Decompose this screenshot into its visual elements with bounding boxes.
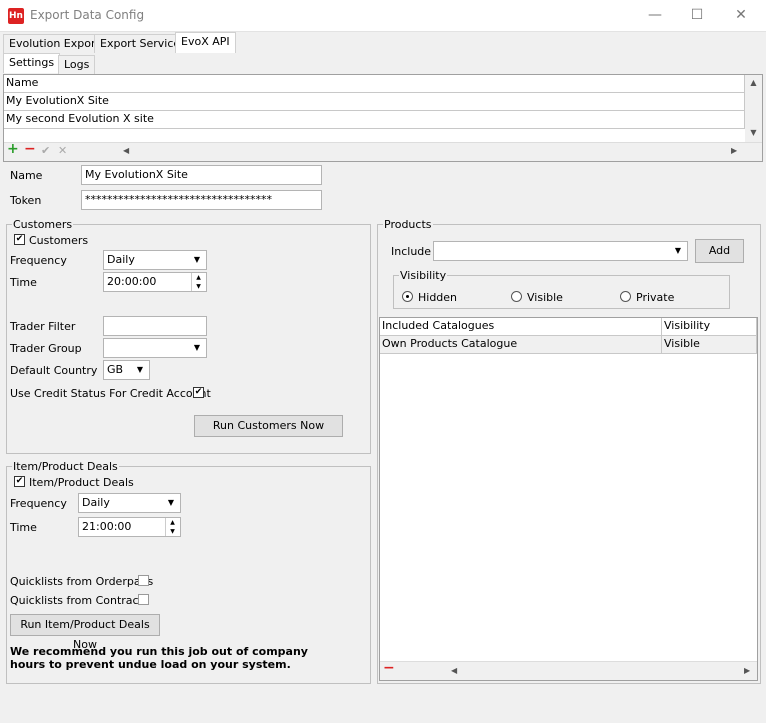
quicklists-orderpads-label: Quicklists from Orderpads (10, 575, 154, 588)
name-input[interactable]: My EvolutionX Site (81, 165, 322, 185)
deals-time-input[interactable]: 21:00:00 ▲ ▼ (78, 517, 181, 537)
token-input[interactable]: ********************************** (81, 190, 322, 210)
include-select[interactable]: ▼ (433, 241, 688, 261)
deals-group-label: Item/Product Deals (12, 460, 119, 473)
column-header-included-catalogues[interactable]: Included Catalogues (380, 318, 662, 336)
scroll-down-icon[interactable]: ▼ (747, 128, 760, 137)
products-group-label: Products (383, 218, 433, 231)
scroll-left-icon[interactable]: ◀ (451, 666, 457, 675)
customers-time-label: Time (10, 276, 37, 289)
table-row-visibility[interactable]: Visible (662, 336, 757, 354)
customers-time-value: 20:00:00 (107, 275, 157, 288)
visibility-group-label: Visibility (399, 269, 448, 282)
customers-time-input[interactable]: 20:00:00 ▲ ▼ (103, 272, 207, 292)
customers-checkbox-label: Customers (29, 234, 89, 247)
deals-frequency-label: Frequency (10, 497, 67, 510)
customers-group-label: Customers (12, 218, 74, 231)
chevron-down-icon[interactable]: ▼ (132, 362, 148, 378)
tab-logs[interactable]: Logs (58, 55, 96, 74)
quicklists-contracts-checkbox[interactable] (138, 594, 149, 605)
time-spinner-icon[interactable]: ▲ ▼ (191, 273, 205, 291)
remove-catalogue-icon[interactable]: − (383, 660, 395, 676)
quicklists-orderpads-checkbox[interactable] (138, 575, 149, 586)
trader-group-label: Trader Group (10, 342, 82, 355)
recommendation-note: We recommend you run this job out of com… (10, 645, 308, 671)
window-title: Export Data Config (30, 8, 145, 22)
table-row[interactable]: My second Evolution X site (4, 111, 745, 129)
table-row-catalogue[interactable]: Own Products Catalogue (380, 336, 662, 354)
trader-filter-input[interactable] (103, 316, 207, 336)
chevron-down-icon[interactable]: ▼ (189, 252, 205, 268)
cancel-icon[interactable]: ✕ (58, 144, 67, 157)
credit-status-label: Use Credit Status For Credit Account (10, 387, 211, 400)
remove-icon[interactable]: − (24, 141, 36, 157)
run-deals-button[interactable]: Run Item/Product Deals Now (10, 614, 160, 651)
app-logo-icon: Hn (8, 8, 24, 24)
visibility-hidden-label: Hidden (418, 291, 458, 304)
trader-filter-label: Trader Filter (10, 320, 76, 333)
default-country-value: GB (107, 363, 124, 376)
chevron-down-icon[interactable]: ▼ (189, 340, 205, 356)
deals-frequency-value: Daily (82, 496, 110, 509)
scroll-right-icon[interactable]: ▶ (731, 146, 737, 155)
column-header-visibility[interactable]: Visibility (662, 318, 757, 336)
customers-checkbox[interactable]: ✔ (14, 234, 25, 245)
visibility-hidden-radio[interactable] (402, 291, 413, 302)
include-label: Include (391, 245, 432, 258)
add-icon[interactable]: + (7, 141, 19, 157)
default-country-select[interactable]: GB ▼ (103, 360, 150, 380)
add-button[interactable]: Add (695, 239, 744, 263)
table-row[interactable]: My EvolutionX Site (4, 93, 745, 111)
maximize-button[interactable]: ☐ (682, 4, 712, 26)
time-spinner-icon[interactable]: ▲ ▼ (165, 518, 179, 536)
deals-time-value: 21:00:00 (82, 520, 132, 533)
visibility-private-label: Private (636, 291, 675, 304)
deals-time-label: Time (10, 521, 37, 534)
visibility-visible-radio[interactable] (511, 291, 522, 302)
minimize-button[interactable]: — (640, 4, 670, 26)
confirm-icon[interactable]: ✔ (41, 144, 50, 157)
close-button[interactable]: ✕ (726, 4, 756, 26)
catalogues-toolbar (380, 661, 757, 680)
scroll-left-icon[interactable]: ◀ (123, 146, 129, 155)
tab-export-service[interactable]: Export Service (94, 34, 187, 53)
grid-toolbar (4, 142, 762, 161)
quicklists-contracts-label: Quicklists from Contracts (10, 594, 149, 607)
visibility-visible-label: Visible (527, 291, 563, 304)
deals-checkbox-label: Item/Product Deals (29, 476, 134, 489)
catalogues-grid (379, 317, 758, 681)
visibility-private-radio[interactable] (620, 291, 631, 302)
scroll-up-icon[interactable]: ▲ (747, 78, 760, 87)
customers-frequency-value: Daily (107, 253, 135, 266)
scroll-right-icon[interactable]: ▶ (744, 666, 750, 675)
trader-group-select[interactable]: ▼ (103, 338, 207, 358)
customers-frequency-label: Frequency (10, 254, 67, 267)
deals-frequency-select[interactable]: Daily ▼ (78, 493, 181, 513)
deals-checkbox[interactable]: ✔ (14, 476, 25, 487)
tab-evox-api[interactable]: EvoX API (175, 32, 236, 53)
grid-header-name[interactable]: Name (4, 75, 745, 93)
tab-evolution-export[interactable]: Evolution Export (3, 34, 106, 53)
token-label: Token (10, 194, 42, 207)
customers-frequency-select[interactable]: Daily ▼ (103, 250, 207, 270)
run-customers-button[interactable]: Run Customers Now (194, 415, 343, 437)
credit-status-checkbox[interactable]: ✔ (193, 387, 204, 398)
default-country-label: Default Country (10, 364, 98, 377)
chevron-down-icon[interactable]: ▼ (163, 495, 179, 511)
chevron-down-icon[interactable]: ▼ (670, 243, 686, 259)
tab-settings[interactable]: Settings (3, 53, 61, 73)
name-label: Name (10, 169, 43, 182)
